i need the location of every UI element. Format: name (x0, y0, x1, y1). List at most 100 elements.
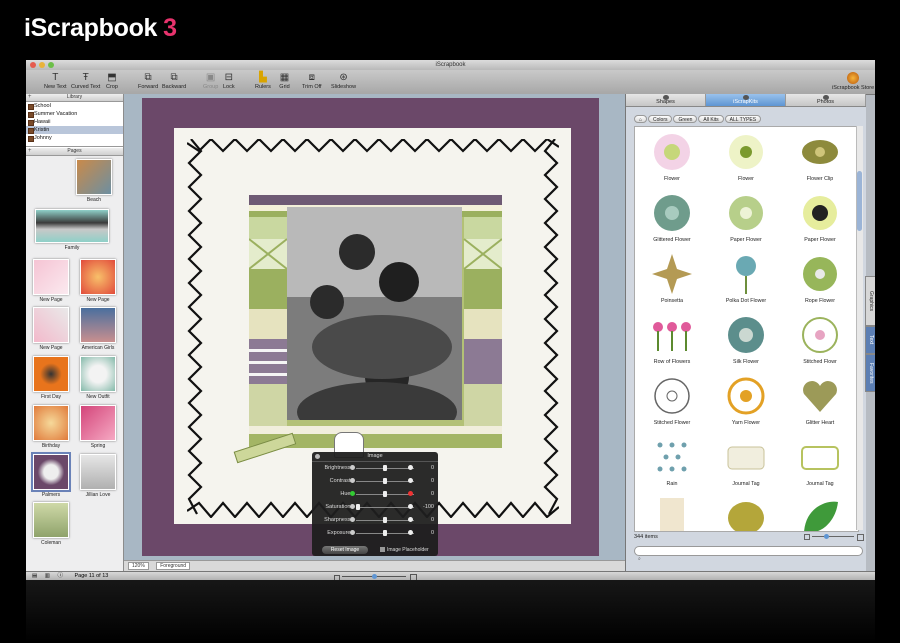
exposure-high-icon (408, 530, 413, 535)
image-placeholder-checkbox[interactable]: Image Placeholder (380, 547, 429, 553)
page-thumb-spring[interactable]: Spring (76, 405, 120, 449)
grid-item[interactable]: Yarn Flower (709, 371, 783, 432)
trim-off-button[interactable]: ⧈ Trim Off (302, 72, 322, 90)
family-photo[interactable] (287, 207, 462, 420)
new-text-button[interactable]: T New Text (44, 72, 67, 90)
page-thumb-palmers[interactable]: Palmers (29, 452, 73, 498)
grid-item[interactable]: Rope Flower (783, 249, 857, 310)
tab-iscrapkits[interactable]: iScrapKits (706, 94, 786, 106)
forward-button[interactable]: ⧉ Forward (138, 72, 158, 90)
tab-shapes[interactable]: Shapes (626, 94, 706, 106)
breadcrumb-colors[interactable]: Colors (648, 115, 673, 123)
grid-item[interactable]: Glittered Flower (635, 188, 709, 249)
grid-item-label: Flower Clip (806, 176, 834, 182)
browser-tabs: Shapes iScrapKits Photos (626, 94, 866, 107)
slideshow-button[interactable]: ⊛ Slideshow (331, 72, 356, 90)
slider-knob[interactable] (824, 534, 829, 539)
page-zoom-knob[interactable] (372, 574, 377, 579)
zoom-level[interactable]: 120% (128, 562, 149, 570)
page-thumb-first-day[interactable]: First Day (29, 356, 73, 400)
minimize-window-button[interactable] (39, 62, 45, 68)
thumbnail-size-slider[interactable] (804, 534, 864, 541)
page-thumb-birthday[interactable]: Birthday (29, 405, 73, 449)
page-thumb-family[interactable]: Family (32, 209, 112, 251)
page-thumb-new-page-1[interactable]: New Page (29, 259, 73, 303)
contrast-value: 0 (430, 478, 434, 484)
scrollbar-thumb[interactable] (857, 171, 862, 231)
sharpness-slider[interactable] (383, 517, 387, 523)
layer-select[interactable]: Foreground (156, 562, 191, 570)
home-icon[interactable]: ⌂ (634, 115, 648, 123)
rulers-button[interactable]: ▙ Rulers (255, 72, 271, 90)
library-item-kristin[interactable]: Kristin (26, 126, 123, 134)
hue-slider[interactable] (383, 491, 387, 497)
page-thumb-new-outfit[interactable]: New Outfit (76, 356, 120, 400)
add-library-icon[interactable]: + (28, 94, 32, 101)
breadcrumb-all-types[interactable]: ALL TYPES (724, 115, 762, 123)
grid-item[interactable]: Journal Tag (709, 432, 783, 493)
grid-item[interactable] (709, 493, 783, 531)
grid-item[interactable]: Poinsetta (635, 249, 709, 310)
grid-item[interactable]: Rain (635, 432, 709, 493)
zoom-window-button[interactable] (48, 62, 54, 68)
grid-item[interactable]: Glitter Heart (783, 371, 857, 432)
info-icon[interactable]: ⓘ (57, 573, 63, 579)
library-item-hawaii[interactable]: Hawaii (26, 118, 123, 126)
backward-button[interactable]: ⧉ Backward (162, 72, 186, 90)
grid-button[interactable]: ▦ Grid (279, 72, 290, 90)
crop-button[interactable]: ⬒ Crop (106, 72, 118, 90)
grid-scrollbar[interactable] (856, 126, 863, 530)
lock-button[interactable]: ⊟ Lock (223, 72, 235, 90)
page-thumb-american-girls[interactable]: American Girls (74, 307, 122, 351)
contrast-slider[interactable] (383, 478, 387, 484)
curved-text-button[interactable]: Ŧ Curved Text (71, 72, 100, 90)
page-thumb-coleman[interactable]: Coleman (29, 502, 73, 546)
spread-view-icon[interactable]: ▥ (45, 573, 50, 579)
library-title: Library (66, 94, 83, 100)
rope-flower-icon (803, 257, 837, 291)
grid-item[interactable]: Paper Flower (709, 188, 783, 249)
grid-item[interactable]: Silk Flower (709, 310, 783, 371)
group-button[interactable]: ▣ Group (203, 72, 218, 90)
grid-item[interactable]: Paper Flower (783, 188, 857, 249)
grid-item[interactable]: Journal Tag (783, 432, 857, 493)
search-input[interactable]: ⌕ (634, 546, 863, 562)
tab-favorites[interactable]: Favorites (865, 354, 875, 392)
page-view-icon[interactable]: ▤ (32, 573, 37, 579)
breadcrumb-all-kits[interactable]: All Kits (698, 115, 724, 123)
grid-item[interactable]: Stitched Flowr (783, 310, 857, 371)
grid-item[interactable]: Flower (635, 127, 709, 188)
grid-item[interactable]: Polka Dot Flower (709, 249, 783, 310)
tab-graphics[interactable]: Graphics (865, 276, 875, 326)
exposure-slider[interactable] (383, 530, 387, 536)
page-indicator[interactable]: Page 11 of 13 (75, 573, 109, 579)
tab-text[interactable]: Text (865, 326, 875, 354)
grid-item[interactable]: Row of Flowers (635, 310, 709, 371)
close-icon[interactable] (315, 454, 320, 459)
library-item-school[interactable]: School (26, 102, 123, 110)
grid-item[interactable]: Stitched Flower (635, 371, 709, 432)
library-item-summer-vacation[interactable]: Summer Vacation (26, 110, 123, 118)
store-button[interactable]: iScrapbook Store (832, 72, 874, 91)
grid-item[interactable] (635, 493, 709, 531)
saturation-value: -100 (422, 504, 434, 510)
add-page-icon[interactable]: + (28, 148, 32, 155)
breadcrumb-green[interactable]: Green (673, 115, 698, 123)
page-thumbnail (80, 405, 116, 441)
grid-item[interactable] (783, 493, 857, 531)
page-thumbnail (80, 454, 116, 490)
saturation-slider[interactable] (356, 504, 360, 510)
page-thumb-beach[interactable]: Beach (74, 159, 114, 203)
grid-item[interactable]: Flower Clip (783, 127, 857, 188)
grid-item[interactable]: Flower (709, 127, 783, 188)
library-item-johnny[interactable]: Johnny (26, 134, 123, 142)
close-window-button[interactable] (30, 62, 36, 68)
page-thumb-new-page-2[interactable]: New Page (76, 259, 120, 303)
reset-image-button[interactable]: Reset Image (322, 546, 368, 554)
page-label: Birthday (41, 443, 61, 449)
brightness-slider[interactable] (383, 465, 387, 471)
page-thumb-new-page-3[interactable]: New Page (29, 307, 73, 351)
tab-photos[interactable]: Photos (786, 94, 866, 106)
stitched-flower-icon (802, 317, 838, 353)
page-thumb-jillian-love[interactable]: Jillian Love (76, 454, 120, 498)
